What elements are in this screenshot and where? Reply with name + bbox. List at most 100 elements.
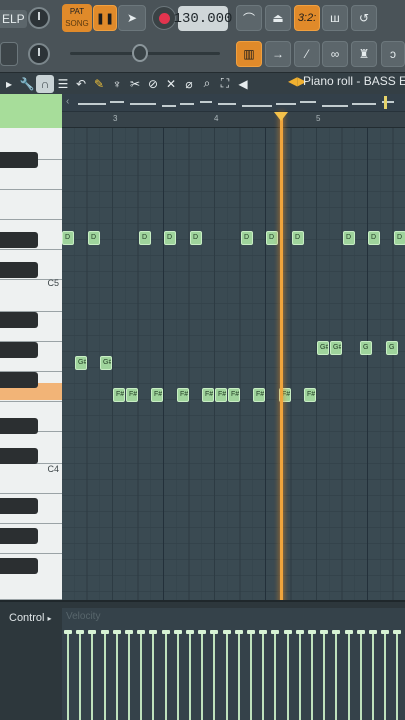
note[interactable]: F# bbox=[228, 388, 240, 402]
record-button[interactable] bbox=[152, 6, 176, 30]
note[interactable]: G bbox=[386, 341, 398, 355]
black-key[interactable] bbox=[0, 342, 38, 358]
scroll-left-icon[interactable]: ‹ bbox=[66, 96, 69, 107]
note[interactable]: D bbox=[368, 231, 380, 245]
velocity-bar[interactable] bbox=[198, 630, 207, 720]
note[interactable]: F# bbox=[304, 388, 316, 402]
magnet-icon[interactable]: ∩ bbox=[36, 74, 54, 93]
typing-keyboard-button[interactable]: ⁄ bbox=[294, 41, 320, 67]
note[interactable]: D bbox=[139, 231, 151, 245]
velocity-lane[interactable] bbox=[62, 608, 405, 720]
note-grid[interactable]: DDDDDDDDDDDG#G#GGGG#G#F#F#F#F#F#F#F#F#F#… bbox=[62, 128, 405, 600]
help-label[interactable]: ELP bbox=[0, 10, 27, 28]
note[interactable]: D bbox=[266, 231, 278, 245]
menu-icon[interactable]: ☰ bbox=[54, 75, 72, 93]
black-key[interactable] bbox=[0, 558, 38, 574]
velocity-bar[interactable] bbox=[100, 630, 109, 720]
tempo-display[interactable]: 130.000 bbox=[174, 6, 232, 31]
master-volume-knob[interactable] bbox=[28, 7, 50, 29]
velocity-bar[interactable] bbox=[112, 630, 121, 720]
white-key[interactable] bbox=[0, 190, 62, 220]
velocity-bar[interactable] bbox=[295, 630, 304, 720]
note[interactable]: D bbox=[394, 231, 405, 245]
velocity-bar[interactable] bbox=[283, 630, 292, 720]
zoom-icon[interactable]: ⌕ bbox=[198, 75, 216, 93]
velocity-bar[interactable] bbox=[88, 630, 97, 720]
speaker-icon[interactable]: ◀ bbox=[234, 75, 252, 93]
velocity-bar[interactable] bbox=[137, 630, 146, 720]
velocity-bar[interactable] bbox=[308, 630, 316, 720]
note[interactable]: D bbox=[343, 231, 355, 245]
piano-keyboard[interactable]: C5 C4 bbox=[0, 94, 62, 600]
wait-button[interactable]: ш bbox=[322, 5, 348, 31]
cross-brush-icon[interactable]: ✂ bbox=[126, 75, 144, 93]
note[interactable]: G bbox=[360, 341, 372, 355]
brush-icon[interactable]: ♆ bbox=[108, 75, 126, 93]
note[interactable]: D bbox=[164, 231, 176, 245]
tempo-tap-button[interactable]: ⌒ bbox=[236, 5, 262, 31]
note[interactable]: F# bbox=[202, 388, 214, 402]
loop-button[interactable]: ↄ bbox=[381, 41, 405, 67]
velocity-bar[interactable] bbox=[344, 630, 353, 720]
velocity-bar[interactable] bbox=[356, 630, 365, 720]
velocity-bar[interactable] bbox=[234, 630, 243, 720]
black-key[interactable] bbox=[0, 448, 38, 464]
velocity-bar[interactable] bbox=[332, 630, 341, 720]
note[interactable]: F# bbox=[253, 388, 265, 402]
note[interactable]: F# bbox=[126, 388, 138, 402]
velocity-bar[interactable] bbox=[76, 630, 85, 720]
link-button[interactable]: ∞ bbox=[322, 41, 348, 67]
time-display[interactable]: 3:2: bbox=[294, 5, 320, 31]
velocity-bar[interactable] bbox=[210, 630, 219, 720]
note[interactable]: F# bbox=[113, 388, 125, 402]
black-key[interactable] bbox=[0, 498, 38, 514]
piano-roll-title[interactable]: Piano roll - BASS E bbox=[303, 74, 405, 88]
slider-thumb[interactable] bbox=[132, 44, 148, 62]
note[interactable]: D bbox=[292, 231, 304, 245]
note[interactable]: D bbox=[88, 231, 100, 245]
metronome-button[interactable]: ⏏ bbox=[265, 5, 291, 31]
pause-button[interactable]: ❚❚ bbox=[93, 5, 117, 31]
velocity-bar[interactable] bbox=[271, 630, 280, 720]
black-key[interactable] bbox=[0, 232, 38, 248]
master-pitch-knob[interactable] bbox=[28, 43, 50, 65]
note[interactable]: F# bbox=[215, 388, 227, 402]
countdown-button[interactable]: ↺ bbox=[351, 5, 377, 31]
cursor-mode-button[interactable]: ➤ bbox=[118, 5, 146, 31]
velocity-bar[interactable] bbox=[259, 630, 268, 720]
note[interactable]: D bbox=[62, 231, 74, 245]
black-key[interactable] bbox=[0, 152, 38, 168]
delete-icon[interactable]: ⊘ bbox=[144, 75, 162, 93]
wrench-icon[interactable]: 🔧 bbox=[18, 75, 36, 93]
velocity-bar[interactable] bbox=[173, 630, 182, 720]
arrow-icon[interactable]: ▸ bbox=[0, 75, 18, 93]
note[interactable]: D bbox=[190, 231, 202, 245]
note[interactable]: D bbox=[241, 231, 253, 245]
note[interactable]: G# bbox=[317, 341, 329, 355]
velocity-bar[interactable] bbox=[381, 630, 390, 720]
black-key[interactable] bbox=[0, 262, 38, 278]
black-key[interactable] bbox=[0, 528, 38, 544]
velocity-bar[interactable] bbox=[393, 630, 402, 720]
velocity-bar[interactable] bbox=[247, 630, 255, 720]
undo-icon[interactable]: ↶ bbox=[72, 75, 90, 93]
pencil-icon[interactable]: ✎ bbox=[90, 75, 108, 93]
step-button[interactable]: → bbox=[265, 41, 291, 67]
velocity-bar[interactable] bbox=[222, 630, 231, 720]
velocity-bar[interactable] bbox=[186, 630, 194, 720]
black-key[interactable] bbox=[0, 372, 38, 388]
black-key[interactable] bbox=[0, 312, 38, 328]
slice-icon[interactable]: ⌀ bbox=[180, 75, 198, 93]
playhead-marker-icon[interactable] bbox=[274, 112, 288, 121]
mute-icon[interactable]: ✕ bbox=[162, 75, 180, 93]
velocity-bar[interactable] bbox=[320, 630, 329, 720]
plugin-button[interactable]: ♜ bbox=[351, 41, 377, 67]
note[interactable]: G# bbox=[75, 356, 87, 370]
note[interactable]: G# bbox=[100, 356, 112, 370]
velocity-bar[interactable] bbox=[64, 630, 72, 720]
timeline-ruler[interactable]: 3 4 5 bbox=[62, 112, 405, 128]
snap-button[interactable]: ▥ bbox=[236, 41, 262, 67]
pattern-song-toggle[interactable]: PAT SONG bbox=[62, 4, 92, 32]
black-key[interactable] bbox=[0, 418, 38, 434]
velocity-bar[interactable] bbox=[149, 630, 158, 720]
